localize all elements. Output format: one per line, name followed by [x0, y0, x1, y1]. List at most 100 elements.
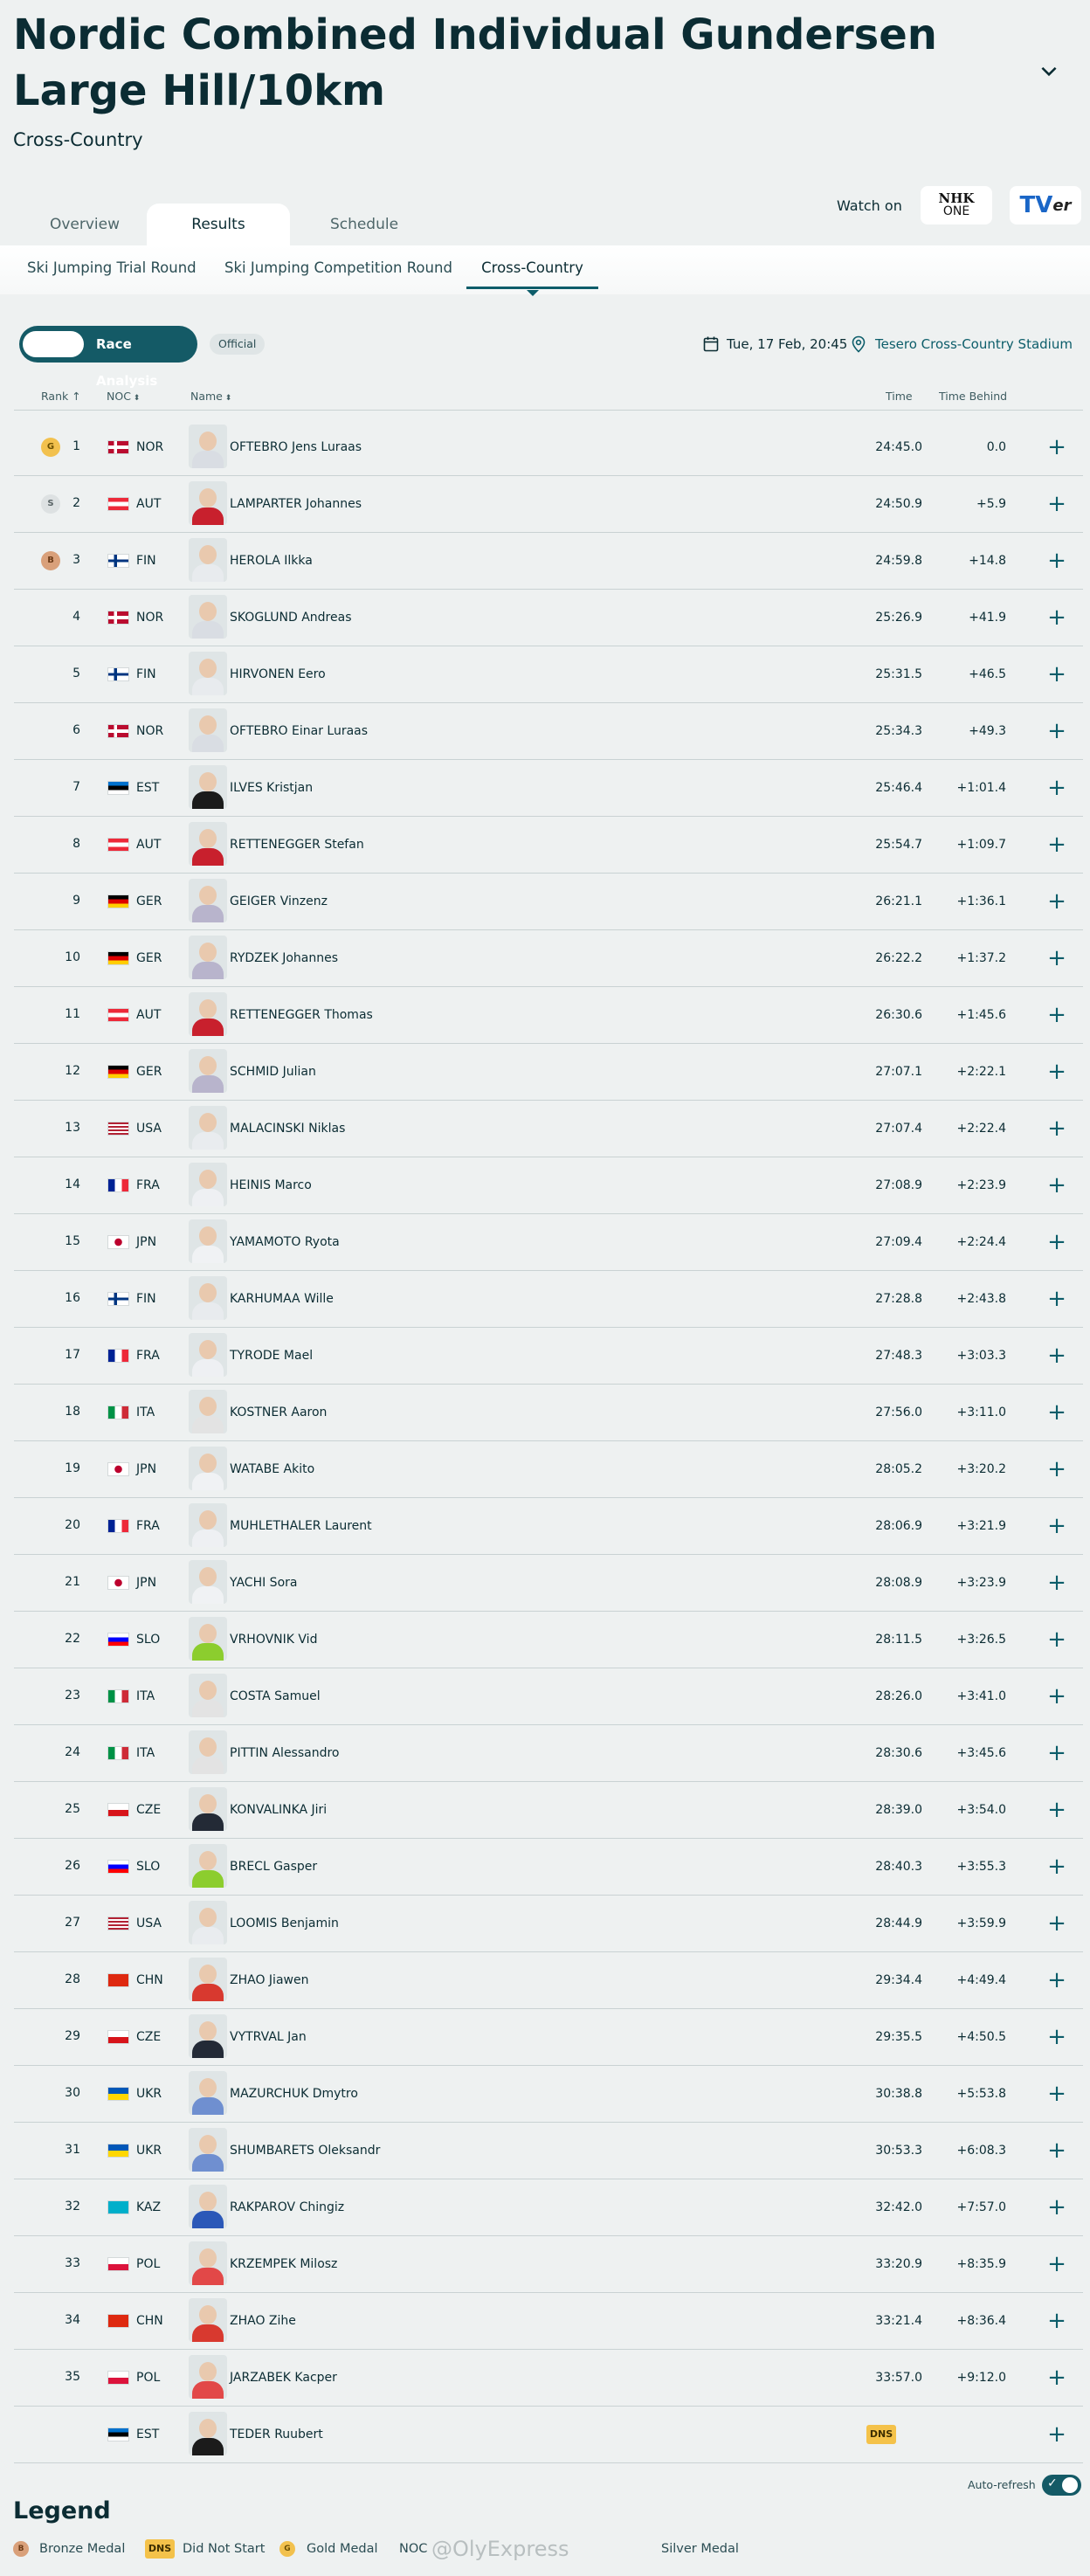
athlete-name[interactable]: ZHAO Jiawen	[230, 1973, 308, 1987]
expand-plus-icon[interactable]: +	[1045, 2138, 1068, 2163]
time-behind-cell: +14.8	[969, 554, 1006, 568]
athlete-name[interactable]: JARZABEK Kacper	[230, 2371, 337, 2385]
chevron-down-icon[interactable]	[1038, 59, 1060, 82]
athlete-name[interactable]: PITTIN Alessandro	[230, 1746, 340, 1760]
expand-plus-icon[interactable]: +	[1045, 1457, 1068, 1481]
athlete-name[interactable]: OFTEBRO Jens Luraas	[230, 440, 362, 454]
athlete-name[interactable]: HIRVONEN Eero	[230, 667, 326, 681]
expand-plus-icon[interactable]: +	[1045, 1003, 1068, 1027]
athlete-name[interactable]: RETTENEGGER Stefan	[230, 838, 364, 852]
expand-plus-icon[interactable]: +	[1045, 2422, 1068, 2447]
name-sort-header[interactable]: Name ⬍	[190, 390, 231, 403]
expand-plus-icon[interactable]: +	[1045, 1741, 1068, 1765]
expand-plus-icon[interactable]: +	[1045, 1854, 1068, 1879]
expand-plus-icon[interactable]: +	[1045, 1571, 1068, 1595]
expand-plus-icon[interactable]: +	[1045, 2252, 1068, 2276]
subtab-cross-country[interactable]: Cross-Country	[466, 245, 598, 289]
expand-plus-icon[interactable]: +	[1045, 662, 1068, 687]
tab-results[interactable]: Results	[147, 204, 290, 245]
tab-overview[interactable]: Overview	[23, 204, 147, 245]
expand-plus-icon[interactable]: +	[1045, 1627, 1068, 1652]
athlete-name[interactable]: TEDER Ruubert	[230, 2428, 323, 2441]
expand-plus-icon[interactable]: +	[1045, 1343, 1068, 1368]
athlete-photo-body	[192, 735, 224, 752]
rank-sort-header[interactable]: Rank ↑	[41, 390, 81, 403]
athlete-name[interactable]: MUHLETHALER Laurent	[230, 1519, 372, 1533]
athlete-name[interactable]: YACHI Sora	[230, 1576, 297, 1590]
auto-refresh-toggle[interactable]: ✓	[1042, 2475, 1081, 2496]
athlete-name[interactable]: SKOGLUND Andreas	[230, 611, 352, 625]
expand-plus-icon[interactable]: +	[1045, 946, 1068, 970]
expand-plus-icon[interactable]: +	[1045, 492, 1068, 516]
athlete-name[interactable]: OFTEBRO Einar Luraas	[230, 724, 368, 738]
athlete-name[interactable]: RYDZEK Johannes	[230, 951, 338, 965]
expand-plus-icon[interactable]: +	[1045, 1911, 1068, 1936]
noc-cell: NOR	[136, 440, 164, 454]
expand-plus-icon[interactable]: +	[1045, 1514, 1068, 1538]
expand-plus-icon[interactable]: +	[1045, 605, 1068, 630]
athlete-photo-head	[199, 1794, 217, 1813]
subtab-competition-round[interactable]: Ski Jumping Competition Round	[224, 245, 452, 291]
expand-plus-icon[interactable]: +	[1045, 832, 1068, 857]
athlete-name[interactable]: SCHMID Julian	[230, 1065, 316, 1079]
athlete-name[interactable]: ILVES Kristjan	[230, 781, 313, 795]
athlete-name[interactable]: KONVALINKA Jiri	[230, 1803, 327, 1817]
tver-logo[interactable]: TV er	[1010, 186, 1081, 224]
athlete-name[interactable]: LAMPARTER Johannes	[230, 497, 362, 511]
athlete-photo-head	[199, 886, 217, 905]
expand-plus-icon[interactable]: +	[1045, 2309, 1068, 2333]
expand-plus-icon[interactable]: +	[1045, 549, 1068, 573]
athlete-name[interactable]: RAKPAROV Chingiz	[230, 2200, 344, 2214]
legend-dns: Did Not Start	[183, 2542, 266, 2556]
athlete-name[interactable]: HEINIS Marco	[230, 1178, 312, 1192]
expand-plus-icon[interactable]: +	[1045, 2365, 1068, 2390]
expand-plus-icon[interactable]: +	[1045, 1116, 1068, 1141]
expand-plus-icon[interactable]: +	[1045, 776, 1068, 800]
athlete-photo-body	[192, 791, 224, 809]
athlete-name[interactable]: HEROLA Ilkka	[230, 554, 313, 568]
expand-plus-icon[interactable]: +	[1045, 1173, 1068, 1198]
athlete-name[interactable]: KRZEMPEK Milosz	[230, 2257, 337, 2271]
athlete-name[interactable]: LOOMIS Benjamin	[230, 1916, 339, 1930]
expand-plus-icon[interactable]: +	[1045, 1400, 1068, 1425]
expand-plus-icon[interactable]: +	[1045, 1287, 1068, 1311]
athlete-name[interactable]: TYRODE Mael	[230, 1349, 313, 1363]
tab-schedule[interactable]: Schedule	[290, 204, 438, 245]
time-cell: 26:30.6	[875, 1008, 922, 1022]
athlete-name[interactable]: MALACINSKI Niklas	[230, 1122, 345, 1136]
athlete-name[interactable]: GEIGER Vinzenz	[230, 894, 328, 908]
expand-plus-icon[interactable]: +	[1045, 1060, 1068, 1084]
athlete-name[interactable]: ZHAO Zihe	[230, 2314, 296, 2328]
athlete-name[interactable]: KARHUMAA Wille	[230, 1292, 334, 1306]
subtab-trial-round[interactable]: Ski Jumping Trial Round	[27, 245, 197, 291]
athlete-photo-body	[192, 564, 224, 582]
expand-plus-icon[interactable]: +	[1045, 719, 1068, 743]
athlete-name[interactable]: YAMAMOTO Ryota	[230, 1235, 340, 1249]
noc-sort-header[interactable]: NOC ⬍	[107, 390, 140, 403]
athlete-name[interactable]: RETTENEGGER Thomas	[230, 1008, 373, 1022]
expand-plus-icon[interactable]: +	[1045, 1798, 1068, 1822]
flag-icon	[107, 1292, 129, 1306]
expand-plus-icon[interactable]: +	[1045, 2025, 1068, 2049]
athlete-name[interactable]: VYTRVAL Jan	[230, 2030, 307, 2044]
expand-plus-icon[interactable]: +	[1045, 889, 1068, 914]
expand-plus-icon[interactable]: +	[1045, 1230, 1068, 1254]
athlete-name[interactable]: BRECL Gasper	[230, 1860, 317, 1874]
athlete-name[interactable]: SHUMBARETS Oleksandr	[230, 2144, 380, 2158]
nhk-one-logo[interactable]: NHK ONE	[921, 186, 992, 224]
venue-link[interactable]: Tesero Cross-Country Stadium	[851, 335, 1073, 354]
athlete-name[interactable]: COSTA Samuel	[230, 1689, 321, 1703]
time-cell: 25:31.5	[875, 667, 922, 681]
expand-plus-icon[interactable]: +	[1045, 1968, 1068, 1992]
noc-cell: GER	[136, 894, 162, 908]
athlete-name[interactable]: WATABE Akito	[230, 1462, 314, 1476]
expand-plus-icon[interactable]: +	[1045, 2195, 1068, 2220]
athlete-name[interactable]: VRHOVNIK Vid	[230, 1633, 317, 1647]
athlete-name[interactable]: MAZURCHUK Dmytro	[230, 2087, 358, 2101]
expand-plus-icon[interactable]: +	[1045, 1684, 1068, 1709]
athlete-photo-head	[199, 1454, 217, 1473]
race-analysis-toggle[interactable]: Race Analysis	[19, 326, 197, 389]
expand-plus-icon[interactable]: +	[1045, 435, 1068, 459]
athlete-name[interactable]: KOSTNER Aaron	[230, 1405, 327, 1419]
expand-plus-icon[interactable]: +	[1045, 2082, 1068, 2106]
